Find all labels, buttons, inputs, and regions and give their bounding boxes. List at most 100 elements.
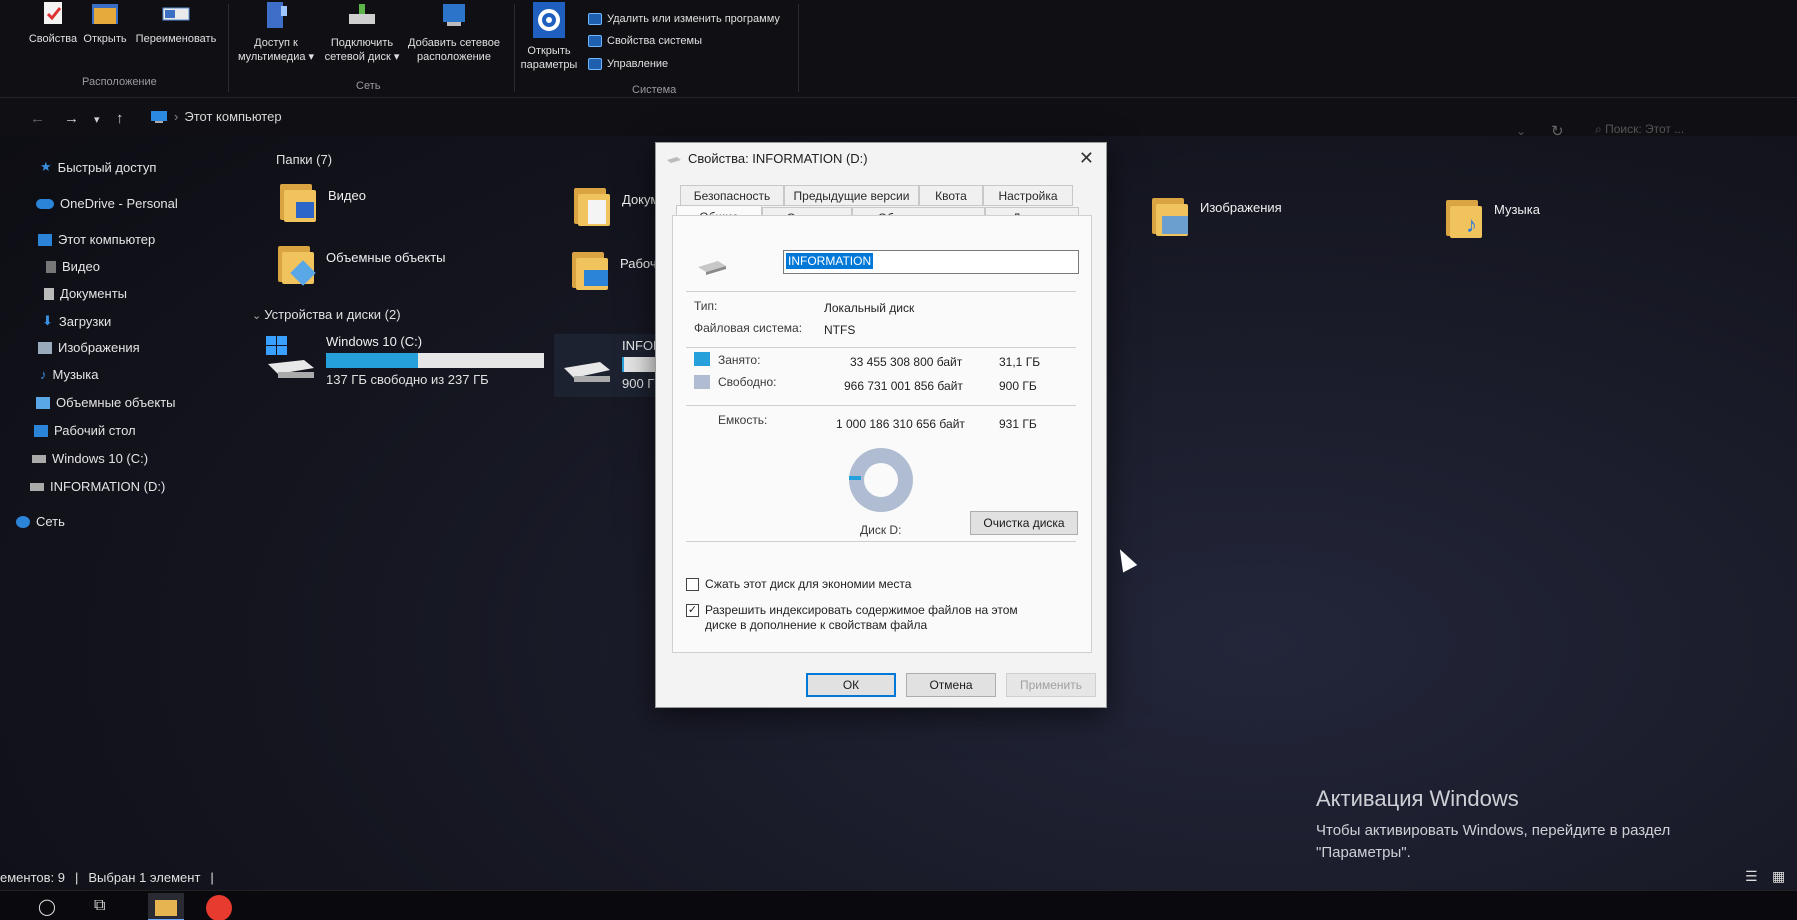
selected-count: Выбран 1 элемент <box>88 869 201 885</box>
folder-music[interactable]: ♪ Музыка <box>1444 198 1540 238</box>
drive-icon <box>667 156 681 163</box>
devices-header[interactable]: ⌄ Устройства и диски (2) <box>252 307 401 322</box>
gear-icon <box>533 2 565 38</box>
breadcrumb-chevron-icon: › <box>174 109 179 124</box>
rename-button[interactable]: Переименовать <box>132 0 220 46</box>
filesystem-value: NTFS <box>824 323 856 337</box>
sidebar-item-desktop[interactable]: Рабочий стол <box>34 423 136 438</box>
sidebar-item-this-pc[interactable]: Этот компьютер <box>38 232 155 247</box>
uninstall-program-button[interactable]: Удалить или изменить программу <box>588 13 780 25</box>
search-icon[interactable]: ◯ <box>38 897 56 917</box>
cube-icon <box>36 396 50 409</box>
folder-pictures[interactable]: Изображения <box>1150 196 1282 236</box>
used-space-swatch <box>694 352 710 366</box>
recent-dropdown-icon[interactable]: ▾ <box>94 113 100 126</box>
volume-name-input[interactable]: INFORMATION <box>783 250 1079 274</box>
details-view-icon[interactable]: ☰ <box>1745 868 1758 885</box>
sidebar-item-videos[interactable]: Видео <box>46 259 100 274</box>
compress-checkbox[interactable]: Сжать этот диск для экономии места <box>686 577 911 592</box>
activation-text: "Параметры". <box>1316 844 1411 861</box>
rename-icon <box>162 7 190 21</box>
ribbon: Свойства Открыть Переименовать Расположе… <box>0 0 1797 98</box>
status-separator: | <box>210 869 214 885</box>
sidebar-item-3d-objects[interactable]: Объемные объекты <box>36 395 176 410</box>
tab-previous-versions[interactable]: Предыдущие версии <box>784 185 919 206</box>
sidebar-item-pictures[interactable]: Изображения <box>38 340 140 355</box>
forward-arrow-icon[interactable]: → <box>64 110 79 127</box>
divider <box>686 405 1076 406</box>
folder-desktop[interactable]: Рабочи <box>570 250 664 290</box>
sidebar-item-drive-d[interactable]: INFORMATION (D:) <box>30 479 165 494</box>
status-separator: | <box>74 869 79 885</box>
add-network-location-button[interactable]: Добавить сетевое расположение <box>402 0 506 64</box>
folder-video[interactable]: Видео <box>278 182 366 222</box>
tiles-view-icon[interactable]: ▦ <box>1772 868 1785 885</box>
windows-drive-icon <box>266 336 314 378</box>
drive-c-usage-bar <box>326 353 544 368</box>
drive-icon <box>564 362 610 382</box>
map-network-drive-button[interactable]: Подключить сетевой диск ▾ <box>320 0 404 64</box>
tab-customize[interactable]: Настройка <box>983 185 1073 206</box>
manage-button[interactable]: Управление <box>588 58 668 70</box>
checkbox-unchecked[interactable] <box>686 578 699 591</box>
computer-icon <box>151 110 167 123</box>
folder-documents[interactable]: Докум <box>572 186 659 226</box>
sidebar-item-drive-c[interactable]: Windows 10 (C:) <box>32 451 148 466</box>
breadcrumb-item[interactable]: Этот компьютер <box>184 109 281 124</box>
disk-cleanup-button[interactable]: Очистка диска <box>970 511 1078 535</box>
up-arrow-icon[interactable]: ↑ <box>116 110 124 127</box>
sidebar-item-network[interactable]: Сеть <box>16 514 65 529</box>
filesystem-label: Файловая система: <box>694 321 803 335</box>
open-settings-button[interactable]: Открыть параметры <box>516 0 582 72</box>
ok-button[interactable]: ОК <box>806 673 896 697</box>
apply-button[interactable]: Применить <box>1006 673 1096 697</box>
sidebar-item-quick-access[interactable]: ★ Быстрый доступ <box>40 159 156 175</box>
capacity-bytes: 1 000 186 310 656 байт <box>836 417 965 431</box>
address-dropdown-icon[interactable]: ⌄ <box>1516 124 1526 138</box>
media-access-button[interactable]: Доступ к мультимедиа ▾ <box>234 0 318 64</box>
ribbon-separator <box>798 4 799 92</box>
divider <box>686 541 1076 542</box>
breadcrumb[interactable]: › Этот компьютер <box>150 109 282 124</box>
yandex-browser-icon[interactable] <box>206 895 232 920</box>
document-icon <box>44 287 54 300</box>
task-view-icon[interactable]: ⧉ <box>94 897 105 915</box>
3d-objects-folder-icon <box>276 244 316 286</box>
disk-label: Диск D: <box>860 523 902 537</box>
folders-header[interactable]: Папки (7) <box>276 152 332 167</box>
picture-icon <box>38 341 52 354</box>
item-count: ементов: 9 <box>0 869 65 885</box>
chevron-down-icon: ⌄ <box>252 310 265 322</box>
back-arrow-icon[interactable]: ← <box>30 110 45 127</box>
properties-dialog: Свойства: INFORMATION (D:) ✕ Безопасност… <box>655 142 1107 708</box>
desktop-icon <box>34 424 48 437</box>
sidebar-item-documents[interactable]: Документы <box>44 286 127 301</box>
tab-quota[interactable]: Квота <box>919 185 983 206</box>
documents-folder-icon <box>572 186 612 226</box>
open-button[interactable]: Открыть <box>82 0 128 46</box>
divider <box>686 347 1076 348</box>
free-bytes: 966 731 001 856 байт <box>844 379 963 393</box>
system-properties-button[interactable]: Свойства системы <box>588 35 702 47</box>
search-input[interactable]: ⌕ Поиск: Этот ... <box>1595 122 1785 148</box>
computer-icon <box>588 58 602 70</box>
desktop-folder-icon <box>570 250 610 290</box>
cancel-button[interactable]: Отмена <box>906 673 996 697</box>
group-location-label: Расположение <box>82 76 157 88</box>
folder-3d-objects[interactable]: Объемные объекты <box>276 244 446 286</box>
index-checkbox[interactable]: ✓ Разрешить индексировать содержимое фай… <box>686 603 1018 633</box>
checkmark-icon[interactable]: ✓ <box>686 604 699 617</box>
sidebar-item-onedrive[interactable]: OneDrive - Personal <box>36 196 178 211</box>
sidebar-item-music[interactable]: ♪ Музыка <box>40 367 98 382</box>
drive-c-tile[interactable]: Windows 10 (C:) 137 ГБ свободно из 237 Г… <box>264 334 544 387</box>
close-icon[interactable]: ✕ <box>1079 148 1094 169</box>
refresh-icon[interactable]: ↻ <box>1551 122 1564 140</box>
sidebar-item-downloads[interactable]: ⬇ Загрузки <box>42 313 111 329</box>
tab-security[interactable]: Безопасность <box>680 185 784 206</box>
properties-button[interactable]: Свойства <box>28 0 78 46</box>
group-network-label: Сеть <box>356 80 381 92</box>
type-label: Тип: <box>694 299 718 313</box>
file-explorer-taskbar-button[interactable] <box>148 893 184 920</box>
dialog-title-bar[interactable]: Свойства: INFORMATION (D:) <box>666 151 868 166</box>
ribbon-separator <box>228 4 229 92</box>
